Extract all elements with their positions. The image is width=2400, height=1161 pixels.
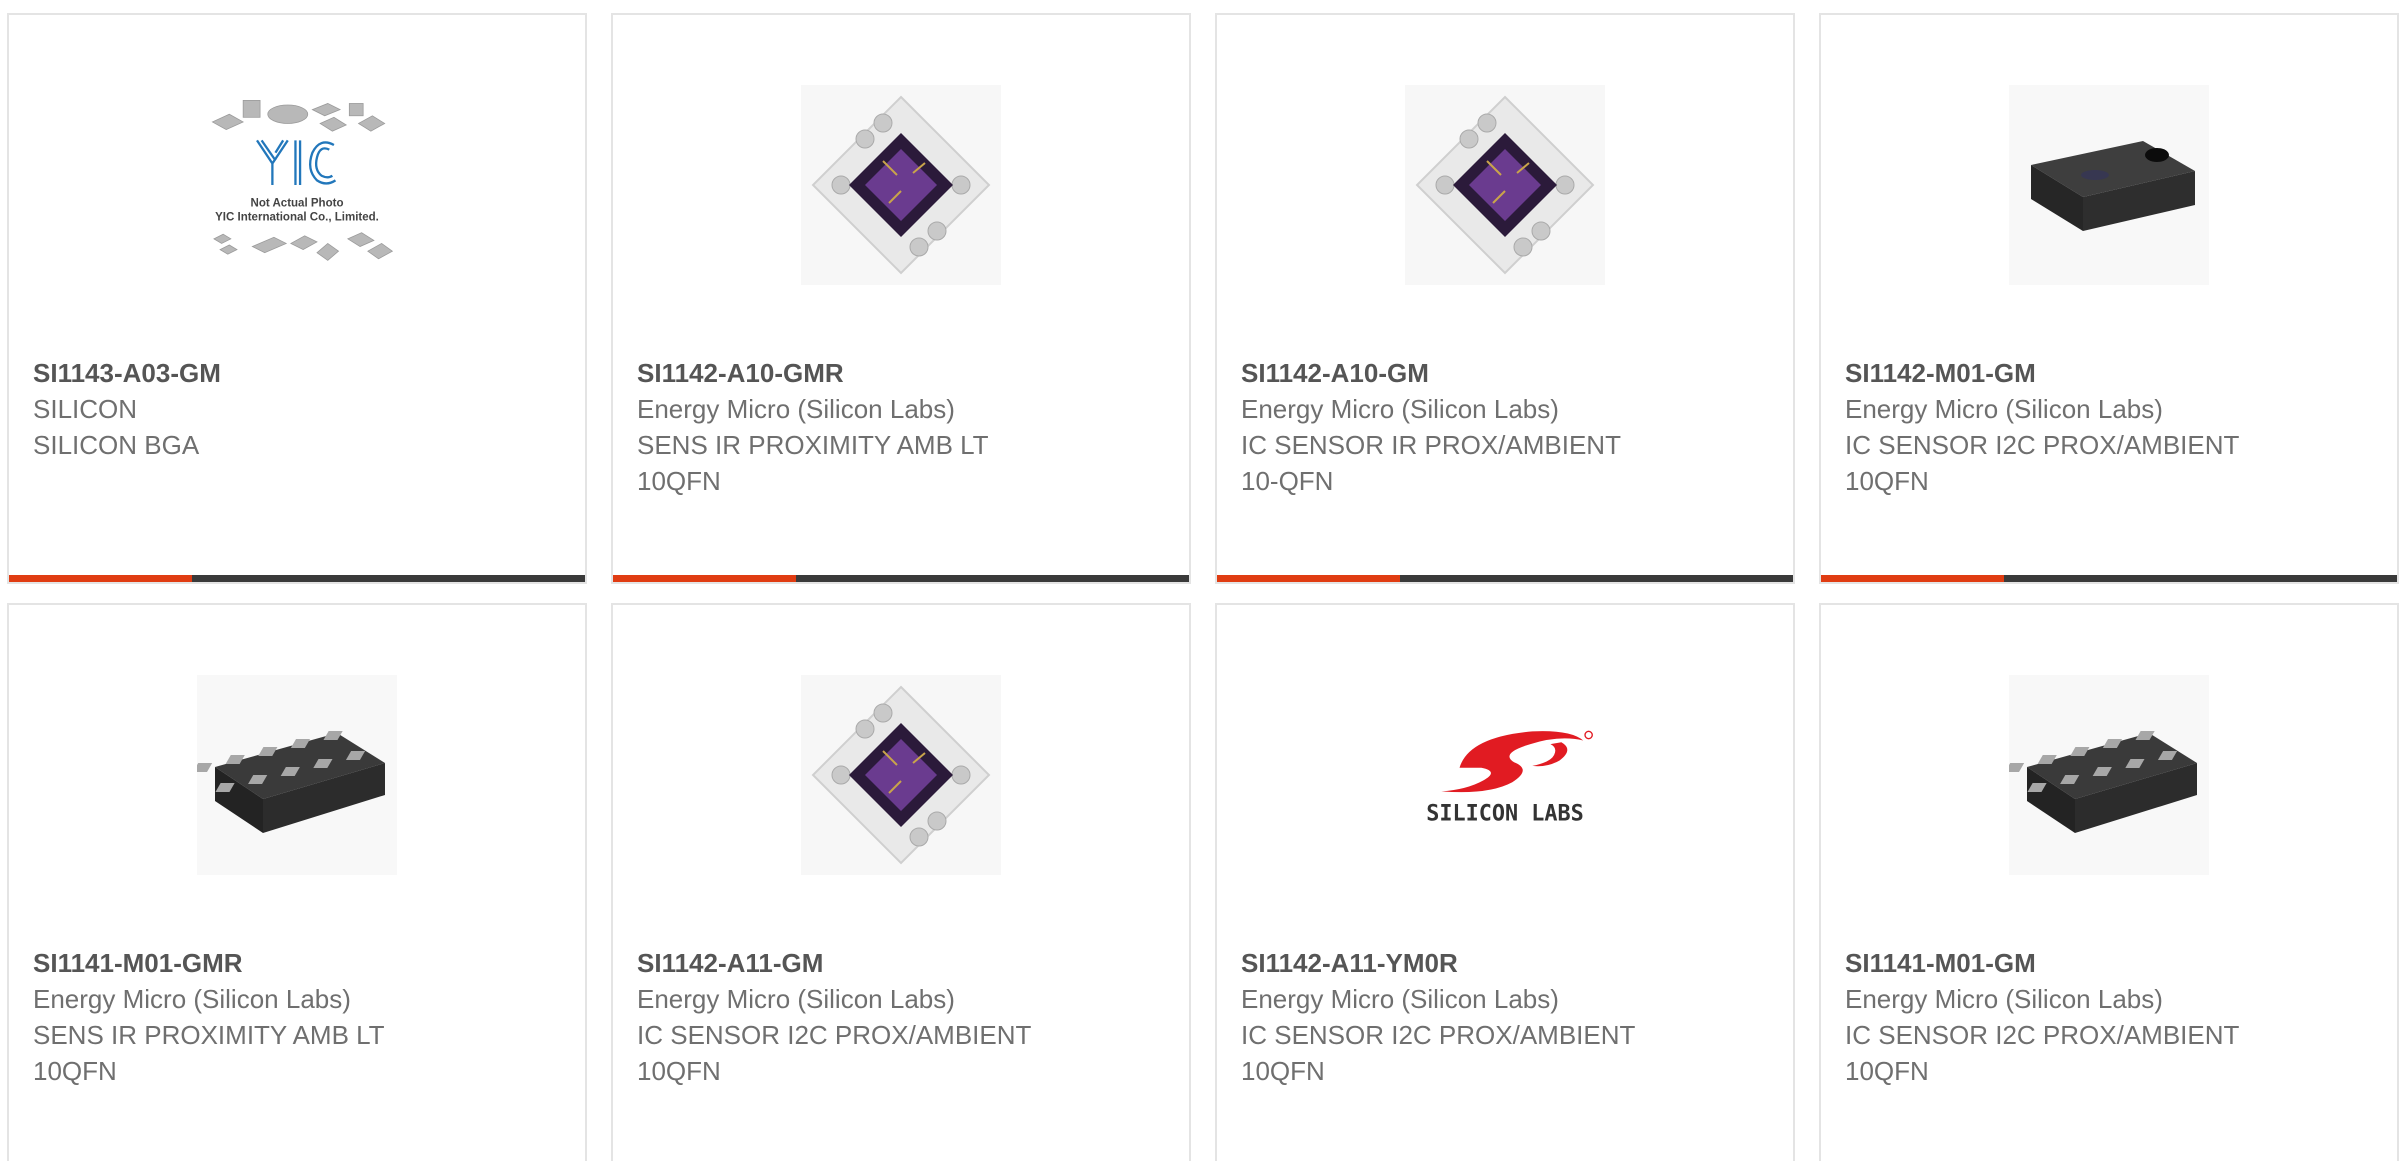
manufacturer: Energy Micro (Silicon Labs) bbox=[637, 984, 955, 1014]
product-card[interactable]: SI1142-M01-GM Energy Micro (Silicon Labs… bbox=[1819, 13, 2399, 584]
chip-die-photo bbox=[801, 85, 1001, 285]
qfn-package-photo bbox=[2009, 675, 2209, 875]
package: 10QFN bbox=[637, 466, 721, 496]
part-number-link[interactable]: SI1142-A10-GM bbox=[1241, 355, 1773, 391]
product-card[interactable]: SI1141-M01-GM Energy Micro (Silicon Labs… bbox=[1819, 603, 2399, 1161]
not-actual-photo-image: Not Actual Photo YIC International Co., … bbox=[211, 100, 394, 261]
description: IC SENSOR I2C PROX/AMBIENT bbox=[1241, 1020, 1636, 1050]
product-card[interactable]: SILICON LABS SI1142-A11-YM0R Energy Micr… bbox=[1215, 603, 1795, 1161]
product-card[interactable]: SI1142-A10-GM Energy Micro (Silicon Labs… bbox=[1215, 13, 1795, 584]
product-image[interactable] bbox=[2009, 85, 2209, 285]
silicon-labs-logo: SILICON LABS bbox=[1405, 684, 1605, 866]
manufacturer: Energy Micro (Silicon Labs) bbox=[1845, 984, 2163, 1014]
package: 10-QFN bbox=[1241, 466, 1334, 496]
description: SENS IR PROXIMITY AMB LT bbox=[33, 1020, 385, 1050]
product-card[interactable]: Not Actual Photo YIC International Co., … bbox=[7, 13, 587, 584]
chip-die-photo bbox=[801, 675, 1001, 875]
image-caption-line-1: Not Actual Photo bbox=[251, 198, 344, 210]
product-image[interactable] bbox=[197, 675, 397, 875]
description: IC SENSOR I2C PROX/AMBIENT bbox=[637, 1020, 1032, 1050]
product-image-placeholder[interactable]: Not Actual Photo YIC International Co., … bbox=[197, 85, 397, 285]
manufacturer: Energy Micro (Silicon Labs) bbox=[1241, 394, 1559, 424]
part-number-link[interactable]: SI1142-M01-GM bbox=[1845, 355, 2377, 391]
manufacturer: Energy Micro (Silicon Labs) bbox=[637, 394, 955, 424]
qfn-package-photo bbox=[197, 675, 397, 875]
description: SILICON BGA bbox=[33, 430, 200, 460]
product-image[interactable]: SILICON LABS bbox=[1405, 675, 1605, 875]
product-image[interactable] bbox=[2009, 675, 2209, 875]
package: 10QFN bbox=[1241, 1056, 1325, 1086]
manufacturer: SILICON bbox=[33, 394, 138, 424]
description: IC SENSOR I2C PROX/AMBIENT bbox=[1845, 1020, 2240, 1050]
card-accent bbox=[1821, 575, 2004, 582]
manufacturer: Energy Micro (Silicon Labs) bbox=[1241, 984, 1559, 1014]
card-footer-bar bbox=[1217, 575, 1793, 582]
card-accent bbox=[1217, 575, 1400, 582]
package: 10QFN bbox=[33, 1056, 117, 1086]
part-number-link[interactable]: SI1141-M01-GM bbox=[1845, 945, 2377, 981]
card-accent bbox=[9, 575, 192, 582]
package: 10QFN bbox=[1845, 1056, 1929, 1086]
product-card[interactable]: SI1142-A11-GM Energy Micro (Silicon Labs… bbox=[611, 603, 1191, 1161]
card-footer-bar bbox=[1821, 575, 2397, 582]
manufacturer: Energy Micro (Silicon Labs) bbox=[33, 984, 351, 1014]
manufacturer: Energy Micro (Silicon Labs) bbox=[1845, 394, 2163, 424]
product-image[interactable] bbox=[801, 85, 1001, 285]
part-number-link[interactable]: SI1142-A10-GMR bbox=[637, 355, 1169, 391]
description: IC SENSOR IR PROX/AMBIENT bbox=[1241, 430, 1621, 460]
image-caption-line-2: YIC International Co., Limited. bbox=[215, 211, 379, 223]
card-accent bbox=[613, 575, 796, 582]
product-image[interactable] bbox=[1405, 85, 1605, 285]
package: 10QFN bbox=[1845, 466, 1929, 496]
description: SENS IR PROXIMITY AMB LT bbox=[637, 430, 989, 460]
chip-die-photo bbox=[1405, 85, 1605, 285]
black-module-photo bbox=[2009, 85, 2209, 285]
product-image[interactable] bbox=[801, 675, 1001, 875]
card-footer-bar bbox=[9, 575, 585, 582]
part-number-link[interactable]: SI1142-A11-YM0R bbox=[1241, 945, 1773, 981]
description: IC SENSOR I2C PROX/AMBIENT bbox=[1845, 430, 2240, 460]
card-footer-bar bbox=[613, 575, 1189, 582]
logo-wordmark: SILICON LABS bbox=[1426, 801, 1583, 826]
product-grid: Not Actual Photo YIC International Co., … bbox=[0, 0, 2400, 1161]
product-card[interactable]: SI1141-M01-GMR Energy Micro (Silicon Lab… bbox=[7, 603, 587, 1161]
part-number-link[interactable]: SI1141-M01-GMR bbox=[33, 945, 565, 981]
package: 10QFN bbox=[637, 1056, 721, 1086]
product-card[interactable]: SI1142-A10-GMR Energy Micro (Silicon Lab… bbox=[611, 13, 1191, 584]
part-number-link[interactable]: SI1143-A03-GM bbox=[33, 355, 565, 391]
part-number-link[interactable]: SI1142-A11-GM bbox=[637, 945, 1169, 981]
